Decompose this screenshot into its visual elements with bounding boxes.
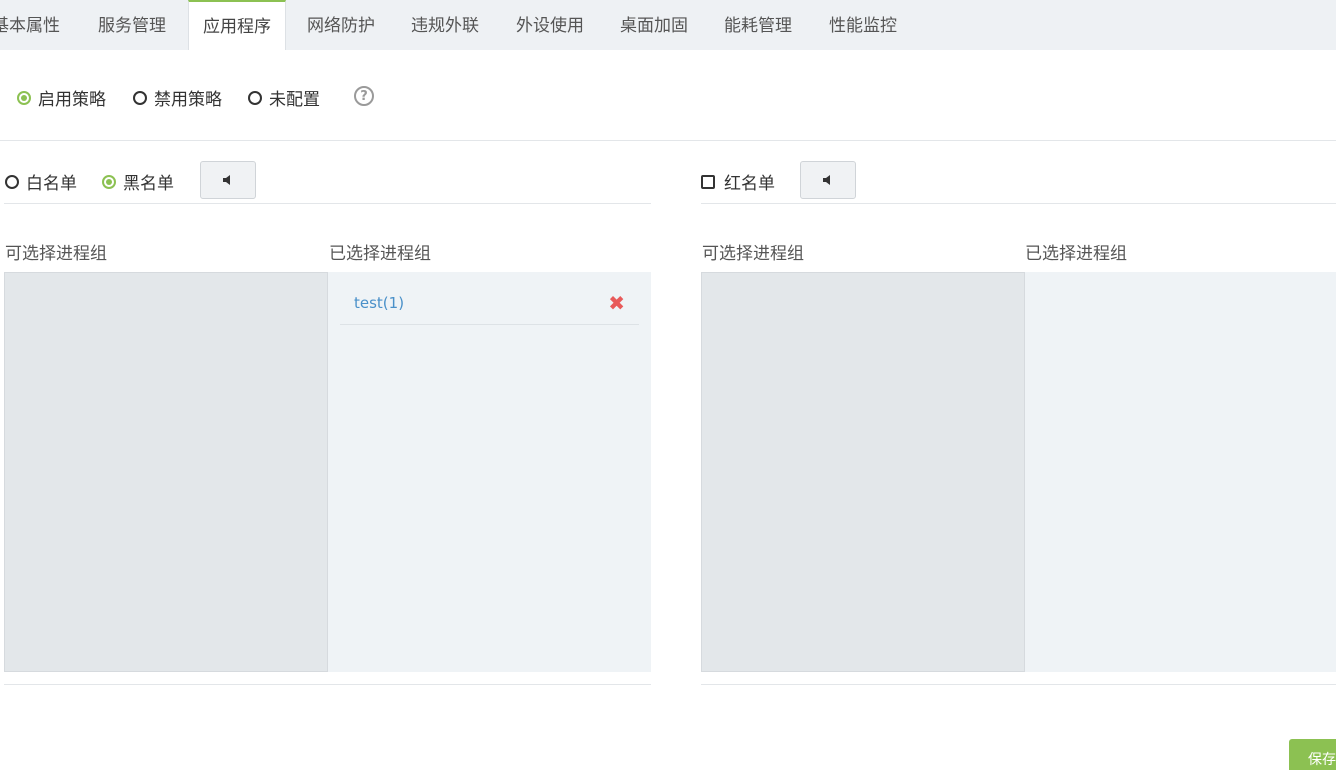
- blacklist-radio[interactable]: 黑名单: [102, 169, 174, 194]
- disable-policy-radio[interactable]: 禁用策略: [133, 85, 222, 110]
- radio-checked-icon: [102, 174, 116, 189]
- whitelist-label: 白名单: [26, 174, 77, 194]
- help-icon[interactable]: ?: [354, 86, 374, 106]
- left-bottom-divider: [4, 684, 651, 685]
- radio-unchecked-icon: [133, 90, 147, 105]
- radio-unchecked-icon: [5, 174, 19, 189]
- disable-policy-label: 禁用策略: [154, 90, 222, 110]
- radio-checked-icon: [17, 90, 31, 105]
- enable-policy-label: 启用策略: [38, 90, 106, 110]
- left-sound-button[interactable]: [200, 161, 256, 199]
- save-button[interactable]: 保存: [1289, 739, 1336, 770]
- radio-unchecked-icon: [248, 90, 262, 105]
- tab-performance-monitoring[interactable]: 性能监控: [829, 0, 897, 50]
- speaker-icon: [223, 175, 230, 185]
- tab-bar: 基本属性 服务管理 应用程序 网络防护 违规外联 外设使用 桌面加固 能耗管理 …: [0, 0, 1336, 50]
- left-available-list[interactable]: [4, 272, 328, 672]
- left-selected-title: 已选择进程组: [329, 244, 431, 264]
- right-section-divider: [701, 203, 1336, 204]
- right-selected-list[interactable]: [1025, 272, 1336, 672]
- right-selected-title: 已选择进程组: [1025, 244, 1127, 264]
- blacklist-label: 黑名单: [123, 174, 174, 194]
- whitelist-radio[interactable]: 白名单: [5, 169, 77, 194]
- remove-icon[interactable]: ✖: [608, 293, 625, 313]
- tab-basic-properties[interactable]: 基本属性: [0, 0, 60, 50]
- right-available-title: 可选择进程组: [702, 244, 804, 264]
- selected-item-label[interactable]: test(1): [354, 294, 404, 312]
- not-configured-label: 未配置: [269, 90, 320, 110]
- left-available-title: 可选择进程组: [5, 244, 107, 264]
- tab-illegal-outreach[interactable]: 违规外联: [411, 0, 479, 50]
- divider: [0, 140, 1336, 141]
- not-configured-radio[interactable]: 未配置: [248, 85, 320, 110]
- tab-service-management[interactable]: 服务管理: [98, 0, 166, 50]
- enable-policy-radio[interactable]: 启用策略: [17, 85, 106, 110]
- tab-network-protection[interactable]: 网络防护: [307, 0, 375, 50]
- tab-energy-management[interactable]: 能耗管理: [724, 0, 792, 50]
- speaker-icon: [823, 175, 830, 185]
- list-item: test(1) ✖: [340, 282, 639, 325]
- checkbox-unchecked-icon: [701, 174, 715, 189]
- tab-applications[interactable]: 应用程序: [188, 0, 286, 50]
- right-bottom-divider: [701, 684, 1336, 685]
- redlist-checkbox[interactable]: 红名单: [701, 169, 775, 194]
- redlist-label: 红名单: [724, 174, 775, 194]
- left-section-divider: [4, 203, 651, 204]
- right-available-list[interactable]: [701, 272, 1025, 672]
- right-sound-button[interactable]: [800, 161, 856, 199]
- left-selected-list[interactable]: test(1) ✖: [328, 272, 651, 672]
- tab-desktop-hardening[interactable]: 桌面加固: [620, 0, 688, 50]
- tab-peripheral-usage[interactable]: 外设使用: [516, 0, 584, 50]
